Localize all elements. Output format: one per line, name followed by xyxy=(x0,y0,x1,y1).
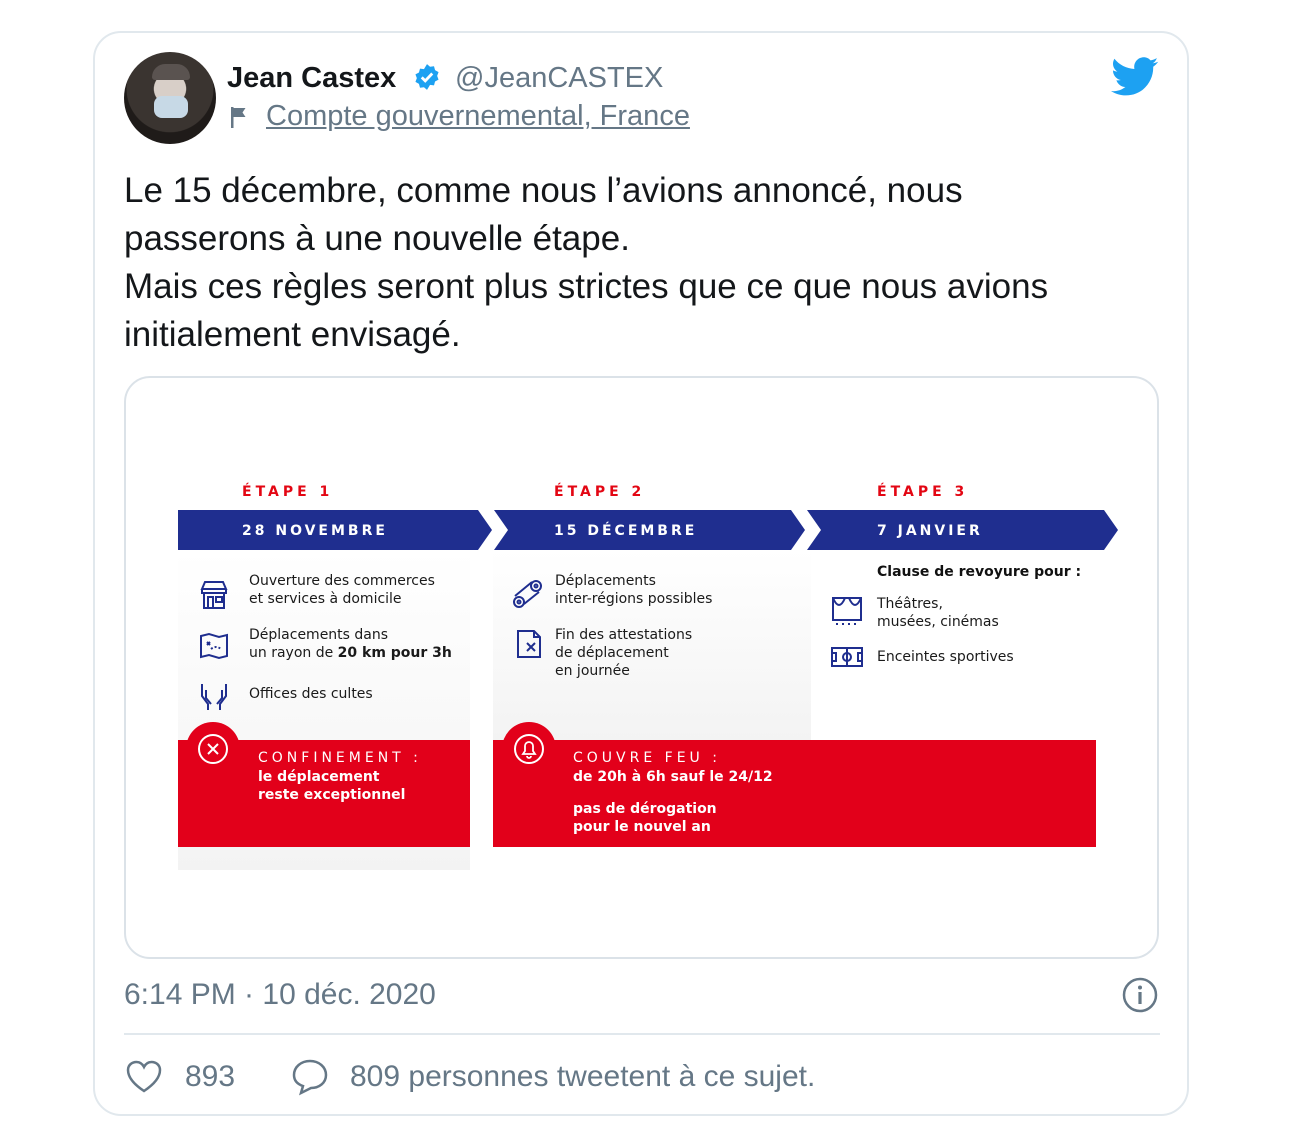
tweet-text-line: initialement envisagé. xyxy=(124,315,461,354)
banner-line: de 20h à 6h sauf le 24/12 xyxy=(573,769,773,785)
tweet-text-line: Mais ces règles seront plus strictes que… xyxy=(124,267,1049,306)
bell-icon xyxy=(514,734,544,764)
banner-line: pas de dérogation xyxy=(573,801,717,817)
shop-icon xyxy=(200,581,228,609)
item-line: Offices des cultes xyxy=(249,686,373,702)
people-talking-link[interactable]: 809 personnes tweetent à ce sujet. xyxy=(350,1060,815,1094)
heart-icon[interactable] xyxy=(126,1060,162,1094)
hands-icon xyxy=(201,684,227,710)
step-1-item-1: Ouverture des commerces et services à do… xyxy=(249,572,435,608)
flag-icon xyxy=(231,107,246,128)
info-icon[interactable] xyxy=(1122,977,1158,1013)
government-account-label[interactable]: Compte gouvernemental, France xyxy=(266,100,690,133)
verified-badge-icon xyxy=(415,64,439,90)
close-circle-icon xyxy=(198,734,228,764)
banner-line: reste exceptionnel xyxy=(258,787,406,803)
confinement-title: CONFINEMENT : xyxy=(258,750,422,766)
banner-line: pour le nouvel an xyxy=(573,819,711,835)
item-line: Déplacements xyxy=(555,573,656,589)
author-name[interactable]: Jean Castex xyxy=(227,62,396,95)
tweet-text-line: Le 15 décembre, comme nous l’avions anno… xyxy=(124,171,963,210)
document-cross-icon xyxy=(517,630,541,658)
step-2-item-1: Déplacements inter-régions possibles xyxy=(555,572,712,608)
banner-spacer xyxy=(573,786,773,800)
divider xyxy=(124,1033,1160,1035)
stadium-icon xyxy=(831,647,863,667)
step-2-item-2: Fin des attestations de déplacement en j… xyxy=(555,626,692,680)
avatar-mask xyxy=(154,96,188,118)
avatar[interactable] xyxy=(124,52,216,144)
tweet-text-line: passerons à une nouvelle étape. xyxy=(124,219,630,258)
item-line: Ouverture des commerces xyxy=(249,573,435,589)
tweet-image[interactable]: ÉTAPE 1 ÉTAPE 2 ÉTAPE 3 28 NOVEMBRE 15 D… xyxy=(124,376,1159,959)
item-line: un rayon de 20 km pour 3h xyxy=(249,645,452,661)
item-line: Fin des attestations xyxy=(555,627,693,643)
comment-bubble-icon[interactable] xyxy=(291,1058,329,1096)
step-3-item-2: Enceintes sportives xyxy=(877,648,1014,666)
route-icon xyxy=(513,580,542,608)
twitter-bird-icon[interactable] xyxy=(1111,57,1159,97)
step-3-item-1: Théâtres, musées, cinémas xyxy=(877,595,999,631)
author-handle[interactable]: @JeanCASTEX xyxy=(455,62,663,95)
item-line: Théâtres, xyxy=(877,596,943,612)
step-2-label: ÉTAPE 2 xyxy=(554,484,646,500)
curfew-title: COUVRE FEU : xyxy=(573,750,721,766)
curfew-text: de 20h à 6h sauf le 24/12 pas de dérogat… xyxy=(573,768,773,836)
like-count[interactable]: 893 xyxy=(185,1060,235,1094)
step-3-label: ÉTAPE 3 xyxy=(877,484,969,500)
step-1-item-2: Déplacements dans un rayon de 20 km pour… xyxy=(249,626,452,662)
step-3-date: 7 JANVIER xyxy=(877,523,983,539)
step-3-clause: Clause de revoyure pour : xyxy=(877,564,1082,580)
confinement-text: le déplacement reste exceptionnel xyxy=(258,768,405,804)
tweet-timestamp[interactable]: 6:14 PM · 10 déc. 2020 xyxy=(124,978,436,1012)
step-1-date: 28 NOVEMBRE xyxy=(242,523,388,539)
item-line: de déplacement xyxy=(555,645,669,661)
item-line: Enceintes sportives xyxy=(877,649,1014,665)
theater-icon xyxy=(832,597,862,625)
item-line: Déplacements dans xyxy=(249,627,389,643)
item-line: inter-régions possibles xyxy=(555,591,713,607)
step-2-date: 15 DÉCEMBRE xyxy=(554,523,698,539)
step-1-label: ÉTAPE 1 xyxy=(242,484,334,500)
banner-line: le déplacement xyxy=(258,769,380,785)
tweet-text: Le 15 décembre, comme nous l’avions anno… xyxy=(124,167,1164,359)
item-line: en journée xyxy=(555,663,630,679)
item-line: et services à domicile xyxy=(249,591,402,607)
map-icon xyxy=(200,632,228,660)
avatar-hair xyxy=(152,64,190,80)
step-1-item-3: Offices des cultes xyxy=(249,685,373,703)
item-line: musées, cinémas xyxy=(877,614,999,630)
